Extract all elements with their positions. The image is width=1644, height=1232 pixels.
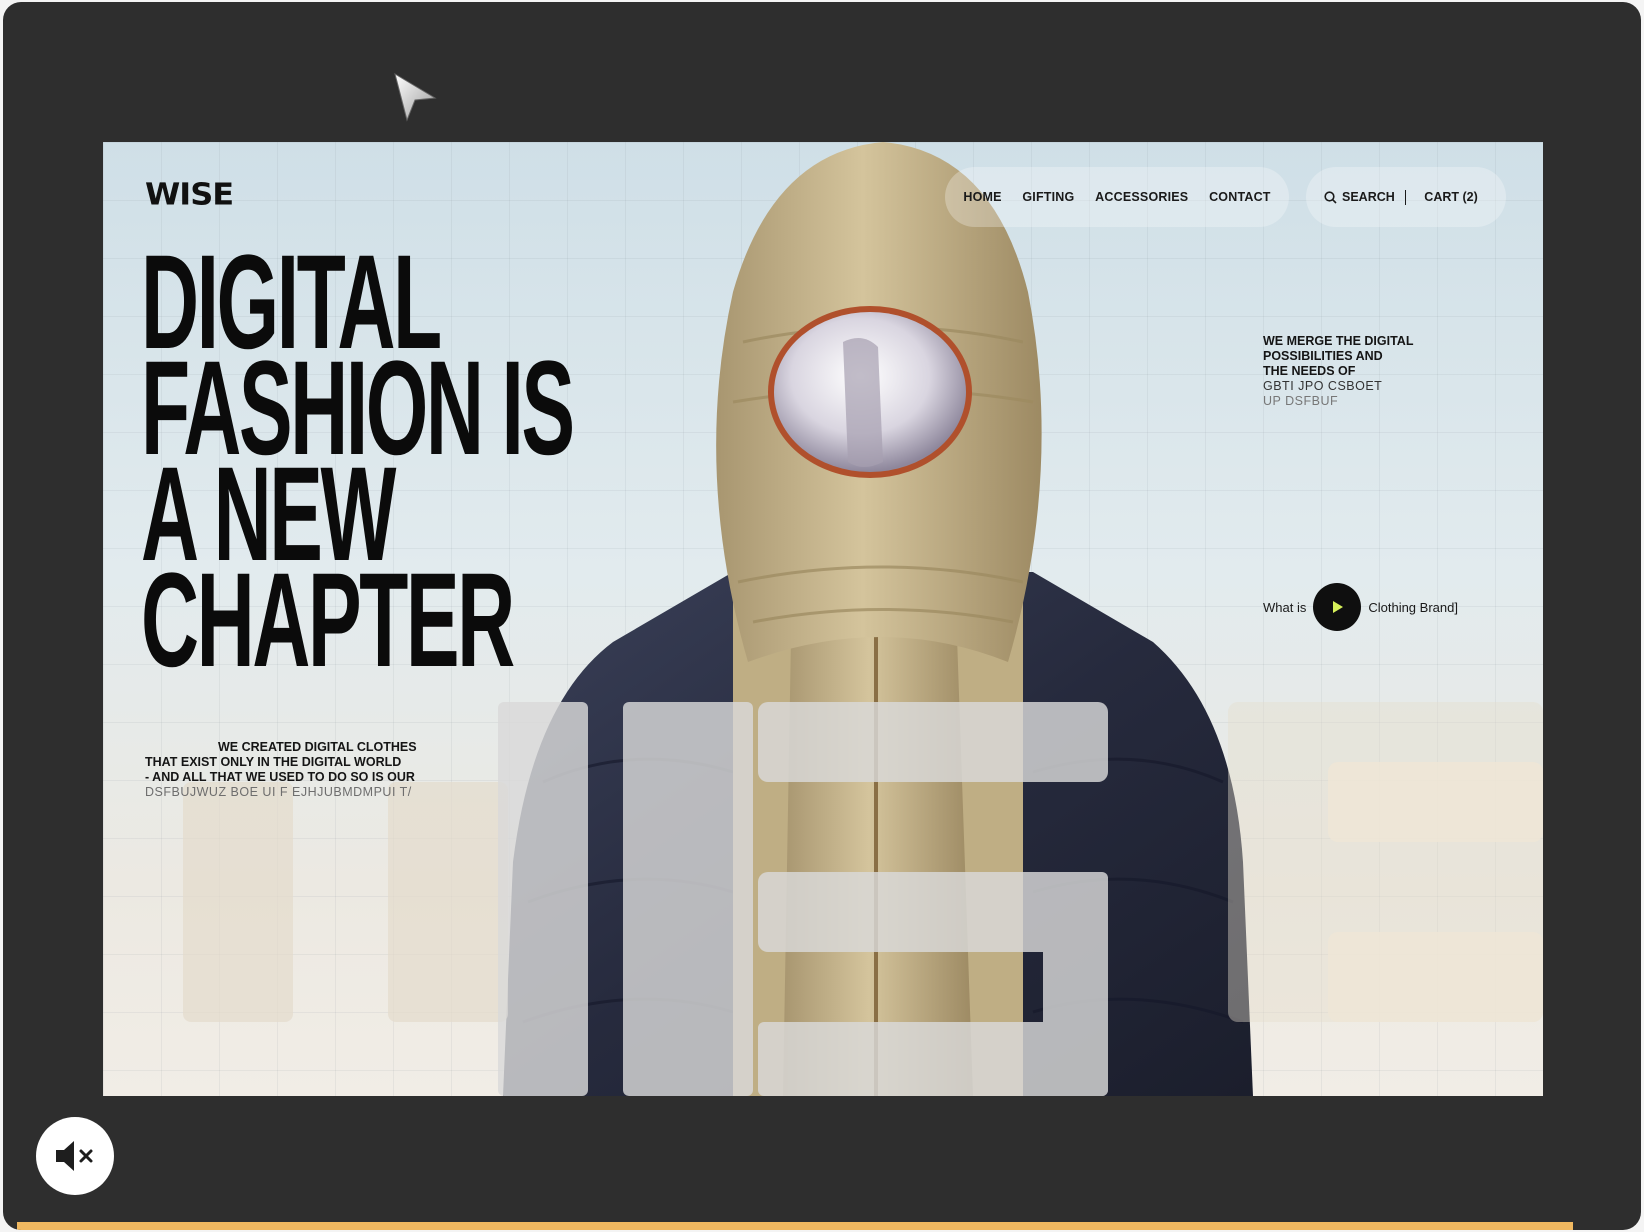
hero-aside-text: WE MERGE THE DIGITAL POSSIBILITIES AND T… <box>1263 334 1463 409</box>
mute-toggle-button[interactable] <box>36 1117 114 1195</box>
headline-line: CHAPTER <box>141 546 515 695</box>
cursor-arrow-icon <box>394 72 437 122</box>
nav-gifting-link[interactable]: GIFTING <box>1022 190 1074 204</box>
nav-divider <box>1404 189 1407 205</box>
aside-line: WE MERGE THE DIGITAL <box>1263 334 1414 348</box>
video-cta-suffix: Clothing Brand] <box>1368 599 1458 615</box>
play-button[interactable] <box>1313 583 1362 631</box>
nav-accessories-link[interactable]: ACCESSORIES <box>1095 190 1188 204</box>
video-player-frame: WISE HOME GIFTING ACCESSORIES CONTACT SE… <box>3 2 1641 1230</box>
aside-line: THE NEEDS OF <box>1263 364 1356 378</box>
nav-home-link[interactable]: HOME <box>963 190 1001 204</box>
play-icon <box>1333 601 1344 613</box>
cart-button[interactable]: CART (2) <box>1424 190 1477 204</box>
main-nav: HOME GIFTING ACCESSORIES CONTACT <box>945 167 1289 227</box>
nav-contact-link[interactable]: CONTACT <box>1209 190 1271 204</box>
utility-nav: SEARCH CART (2) <box>1306 167 1506 227</box>
video-progress-bar[interactable] <box>17 1222 1574 1230</box>
brand-logo[interactable]: WISE <box>145 176 234 212</box>
search-label: SEARCH <box>1342 190 1395 204</box>
video-cta: What is Clothing Brand] <box>1263 582 1458 632</box>
intro-line: THAT EXIST ONLY IN THE DIGITAL WORLD <box>145 755 402 769</box>
intro-line: WE CREATED DIGITAL CLOTHES <box>218 740 417 754</box>
hero-headline: DIGITAL FASHION IS A NEW CHAPTER <box>141 236 575 695</box>
intro-line: - AND ALL THAT WE USED TO DO SO IS OUR <box>145 770 415 784</box>
intro-line-scrambled: DSFBUJWUZ BOE UI F EJHJUBMDMPUI T/ <box>145 785 412 799</box>
speaker-muted-icon <box>56 1141 93 1171</box>
video-cta-prefix: What is <box>1263 599 1307 615</box>
website-screenshot: WISE HOME GIFTING ACCESSORIES CONTACT SE… <box>103 142 1543 1096</box>
aside-line-scrambled: GBTI JPO CSBOET <box>1263 379 1383 393</box>
aside-line-scrambled: UP DSFBUF <box>1263 394 1339 408</box>
aside-line: POSSIBILITIES AND <box>1263 349 1383 363</box>
hero-intro-text: WE CREATED DIGITAL CLOTHES THAT EXIST ON… <box>145 740 445 800</box>
search-icon <box>1324 190 1337 204</box>
search-button[interactable]: SEARCH <box>1324 190 1395 204</box>
